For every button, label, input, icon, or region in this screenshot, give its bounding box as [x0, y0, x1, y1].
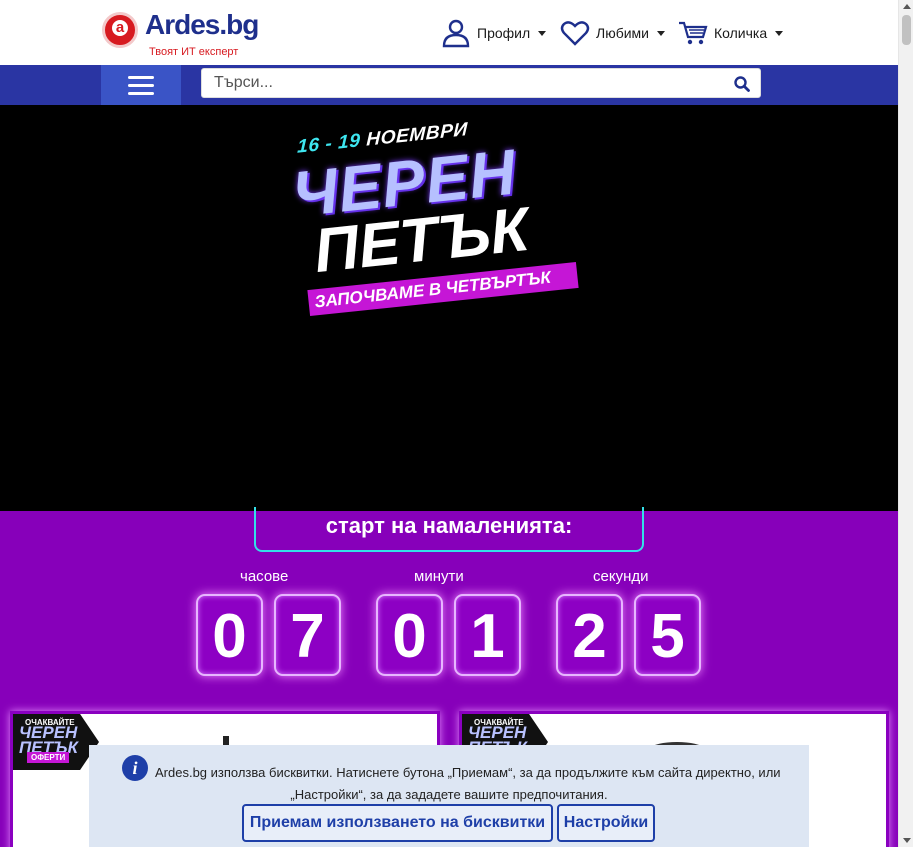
promo-badge: ОЧАКВАЙТЕ ЧЕРЕН ПЕТЪК ОФЕРТИ	[13, 714, 99, 770]
countdown-digit: 1	[454, 594, 521, 676]
profile-label: Профил	[477, 25, 531, 41]
menu-button[interactable]	[101, 65, 181, 105]
hamburger-icon	[128, 91, 154, 95]
hamburger-icon	[128, 83, 154, 87]
heart-icon	[560, 21, 590, 46]
hamburger-icon	[128, 75, 154, 79]
scrollbar-thumb[interactable]	[902, 15, 911, 45]
site-header: a Ardes.bg Твоят ИТ експерт Профил Любим…	[0, 0, 898, 65]
countdown-section: старт на намаленията: часове минути секу…	[0, 507, 898, 701]
chevron-down-icon	[656, 30, 665, 36]
accept-cookies-button[interactable]: Приемам използването на бисквитки	[242, 804, 553, 842]
countdown-label: старт на намаленията:	[254, 507, 644, 552]
cart-icon	[679, 21, 708, 45]
countdown-digit: 2	[556, 594, 623, 676]
hero-banner[interactable]: 16 - 19 НОЕМВРИ ЧЕРЕН ПЕТЪК ЗАПОЧВАМЕ В …	[0, 105, 898, 511]
chevron-down-icon	[775, 30, 784, 36]
hours-label: часове	[240, 568, 289, 585]
countdown-digit: 7	[274, 594, 341, 676]
badge-bottom: ОФЕРТИ	[27, 752, 70, 763]
logo-name: Ardes.bg	[145, 9, 259, 40]
countdown-digit: 0	[196, 594, 263, 676]
site-logo[interactable]: a Ardes.bg Твоят ИТ експерт	[102, 9, 262, 61]
info-icon: i	[122, 755, 148, 781]
cookie-settings-button[interactable]: Настройки	[557, 804, 655, 842]
favorites-label: Любими	[596, 25, 649, 41]
user-icon	[442, 19, 470, 48]
cookie-text: Ardes.bg използва бисквитки. Натиснете б…	[155, 765, 781, 780]
countdown-digit: 0	[376, 594, 443, 676]
search-bar	[0, 65, 898, 105]
logo-tagline: Твоят ИТ експерт	[149, 46, 239, 58]
logo-letter: a	[112, 20, 128, 36]
minutes-label: минути	[414, 568, 464, 585]
countdown-digit: 5	[634, 594, 701, 676]
badge-main: ЧЕРЕН ПЕТЪК	[19, 723, 78, 757]
page-scrollbar[interactable]	[898, 0, 913, 847]
search-icon[interactable]	[734, 76, 750, 92]
black-friday-logo: 16 - 19 НОЕМВРИ ЧЕРЕН ПЕТЪК ЗАПОЧВАМЕ В …	[278, 118, 623, 318]
cart-label: Количка	[714, 25, 768, 41]
cookie-text-line2: „Настройки“, за да зададете вашите предп…	[290, 787, 608, 802]
cookie-banner: i Ardes.bg използва бисквитки. Натиснете…	[89, 745, 809, 847]
scroll-down-icon[interactable]	[903, 838, 911, 843]
logo-icon: a	[102, 12, 138, 48]
seconds-label: секунди	[593, 568, 649, 585]
favorites-menu[interactable]: Любими	[560, 18, 665, 48]
chevron-down-icon	[538, 30, 547, 36]
search-input[interactable]	[202, 69, 722, 97]
cart-menu[interactable]: Количка	[678, 18, 784, 48]
scroll-up-icon[interactable]	[903, 4, 911, 9]
profile-menu[interactable]: Профил	[441, 18, 547, 48]
search-box	[201, 68, 761, 98]
